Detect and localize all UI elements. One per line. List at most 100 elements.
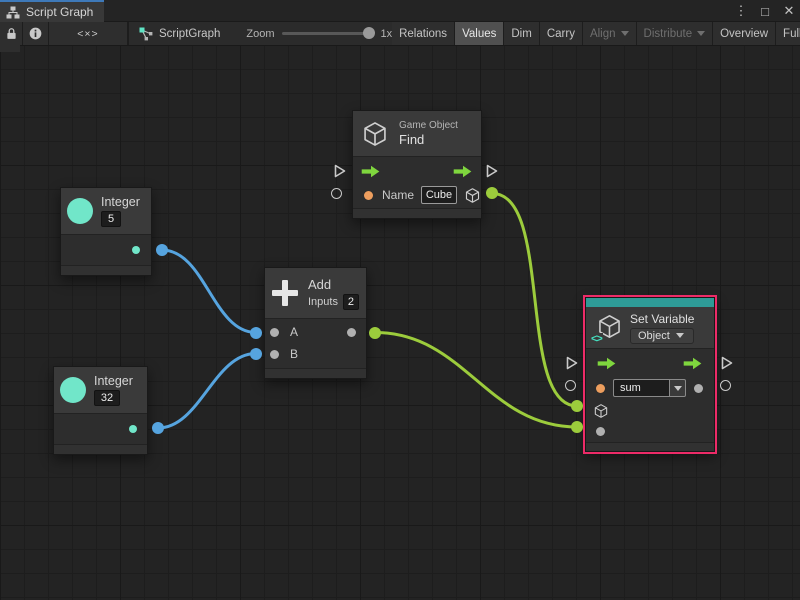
node-integer-32[interactable]: Integer 32 [53,366,148,455]
flow-in-arrow-icon[interactable] [361,165,381,178]
variable-name-port[interactable] [596,384,605,393]
integer-type-icon [67,198,93,224]
node-set-variable[interactable]: <> Set Variable Object [585,297,715,452]
chevron-down-icon [697,31,705,36]
wire-endpoint-setvariable-value[interactable] [571,421,583,433]
setvariable-footer [586,442,714,451]
wire-find-to-setvariable-object[interactable] [493,194,578,407]
find-flow-in-outer-port[interactable] [334,164,346,183]
chevron-down-icon [674,386,682,391]
node-title: Integer [101,195,140,209]
zoom-slider-handle[interactable] [363,27,375,39]
inputs-count-field[interactable]: 2 [343,294,359,310]
flow-out-arrow-icon[interactable] [682,357,704,370]
setvariable-name-row: sum [586,376,714,400]
add-header: Add Inputs 2 [265,268,366,318]
integer-type-icon [60,377,86,403]
find-name-outer-port[interactable] [331,188,342,199]
setvariable-kind-strip [586,298,714,307]
graph-canvas[interactable]: Integer 5 Integer 32 [0,45,800,600]
wire-endpoint-setvariable-object[interactable] [571,400,583,412]
node-title: Add [308,277,359,292]
overview-button[interactable]: Overview [713,22,775,45]
info-button[interactable] [23,22,48,45]
node-find[interactable]: Game Object Find Name Cube [352,110,482,219]
setvariable-object-row [586,400,714,421]
integer-value-field[interactable]: 32 [94,390,120,406]
setvariable-output-port[interactable] [694,384,703,393]
find-result-port-cube-icon[interactable] [464,187,481,204]
setvariable-output-outer-port[interactable] [720,380,731,391]
setvariable-name-outer-port[interactable] [565,380,576,391]
zoom-value: 1x [380,28,392,40]
setvariable-value-port[interactable] [596,427,605,436]
edit-graph-button[interactable]: <×> [49,22,127,45]
distribute-label: Distribute [644,28,693,40]
variable-scope-dropdown[interactable]: Object [630,328,694,344]
zoom-label: Zoom [246,28,274,40]
node-add[interactable]: Add Inputs 2 A B [264,267,367,379]
setvariable-value-row [586,421,714,442]
dim-button[interactable]: Dim [504,22,538,45]
find-flow-out-outer-port[interactable] [486,164,498,183]
wire-endpoint-integer32[interactable] [152,422,164,434]
variable-name-dropdown-button[interactable] [670,379,686,397]
node-integer-5[interactable]: Integer 5 [60,187,152,276]
integer-value-field[interactable]: 5 [101,211,121,227]
dim-label: Dim [511,28,531,40]
align-button[interactable]: Align [583,22,636,45]
port-a-label: A [290,325,298,339]
add-input-a-port[interactable] [270,328,279,337]
carry-button[interactable]: Carry [540,22,582,45]
integer32-body [54,413,147,444]
setvariable-flow-out-outer-port[interactable] [721,356,733,375]
flow-out-arrow-icon[interactable] [453,165,473,178]
wire-integer32-to-add-b[interactable] [158,354,256,429]
scope-value: Object [638,330,670,342]
add-output-port[interactable] [347,328,356,337]
game-object-cube-icon [361,120,389,148]
relations-label: Relations [399,28,447,40]
variable-name-dropdown[interactable]: sum [613,379,686,397]
add-input-b-port[interactable] [270,350,279,359]
wire-endpoint-find-output[interactable] [486,187,498,199]
setvariable-body: sum [586,348,714,442]
close-icon[interactable]: ✕ [782,3,796,19]
setvariable-flow-in-outer-port[interactable] [566,356,578,375]
relations-button[interactable]: Relations [392,22,454,45]
toolbar-main: ScriptGraph Zoom 1x Relations Values Dim [129,22,800,45]
carry-label: Carry [547,28,575,40]
tab-script-graph[interactable]: Script Graph [0,0,104,22]
wire-add-to-setvariable-value[interactable] [375,333,577,428]
window-menu-icon[interactable]: ⋮ [734,3,748,19]
zoom-slider[interactable] [282,32,372,35]
zoom-control: Zoom 1x [246,28,392,40]
wire-endpoint-add-a[interactable] [250,327,262,339]
wire-endpoint-add-b[interactable] [250,348,262,360]
fullscreen-button[interactable]: Full Screen [776,22,800,45]
integer32-header: Integer 32 [54,367,147,413]
add-icon [271,279,299,307]
lock-icon [6,27,17,40]
add-row-b: B [265,343,366,365]
distribute-button[interactable]: Distribute [637,22,713,45]
lock-button[interactable] [0,22,22,45]
align-label: Align [590,28,616,40]
target-object-port-cube-icon[interactable] [593,403,609,419]
values-button[interactable]: Values [455,22,503,45]
chevron-down-icon [621,31,629,36]
variable-name-field[interactable]: sum [613,379,670,397]
wire-endpoint-add-output[interactable] [369,327,381,339]
flow-in-arrow-icon[interactable] [596,357,618,370]
wire-endpoint-integer5[interactable] [156,244,168,256]
port-b-label: B [290,347,298,361]
find-name-input-port[interactable] [364,191,373,200]
script-graph-icon [139,27,153,41]
name-value-field[interactable]: Cube [421,186,457,204]
integer5-output-port[interactable] [132,246,140,254]
wire-integer5-to-add-a[interactable] [162,250,256,333]
maximize-icon[interactable]: □ [758,4,772,19]
toolbar-left-group: <×> [0,22,127,45]
integer32-output-port[interactable] [129,425,137,433]
add-body: A B [265,318,366,368]
